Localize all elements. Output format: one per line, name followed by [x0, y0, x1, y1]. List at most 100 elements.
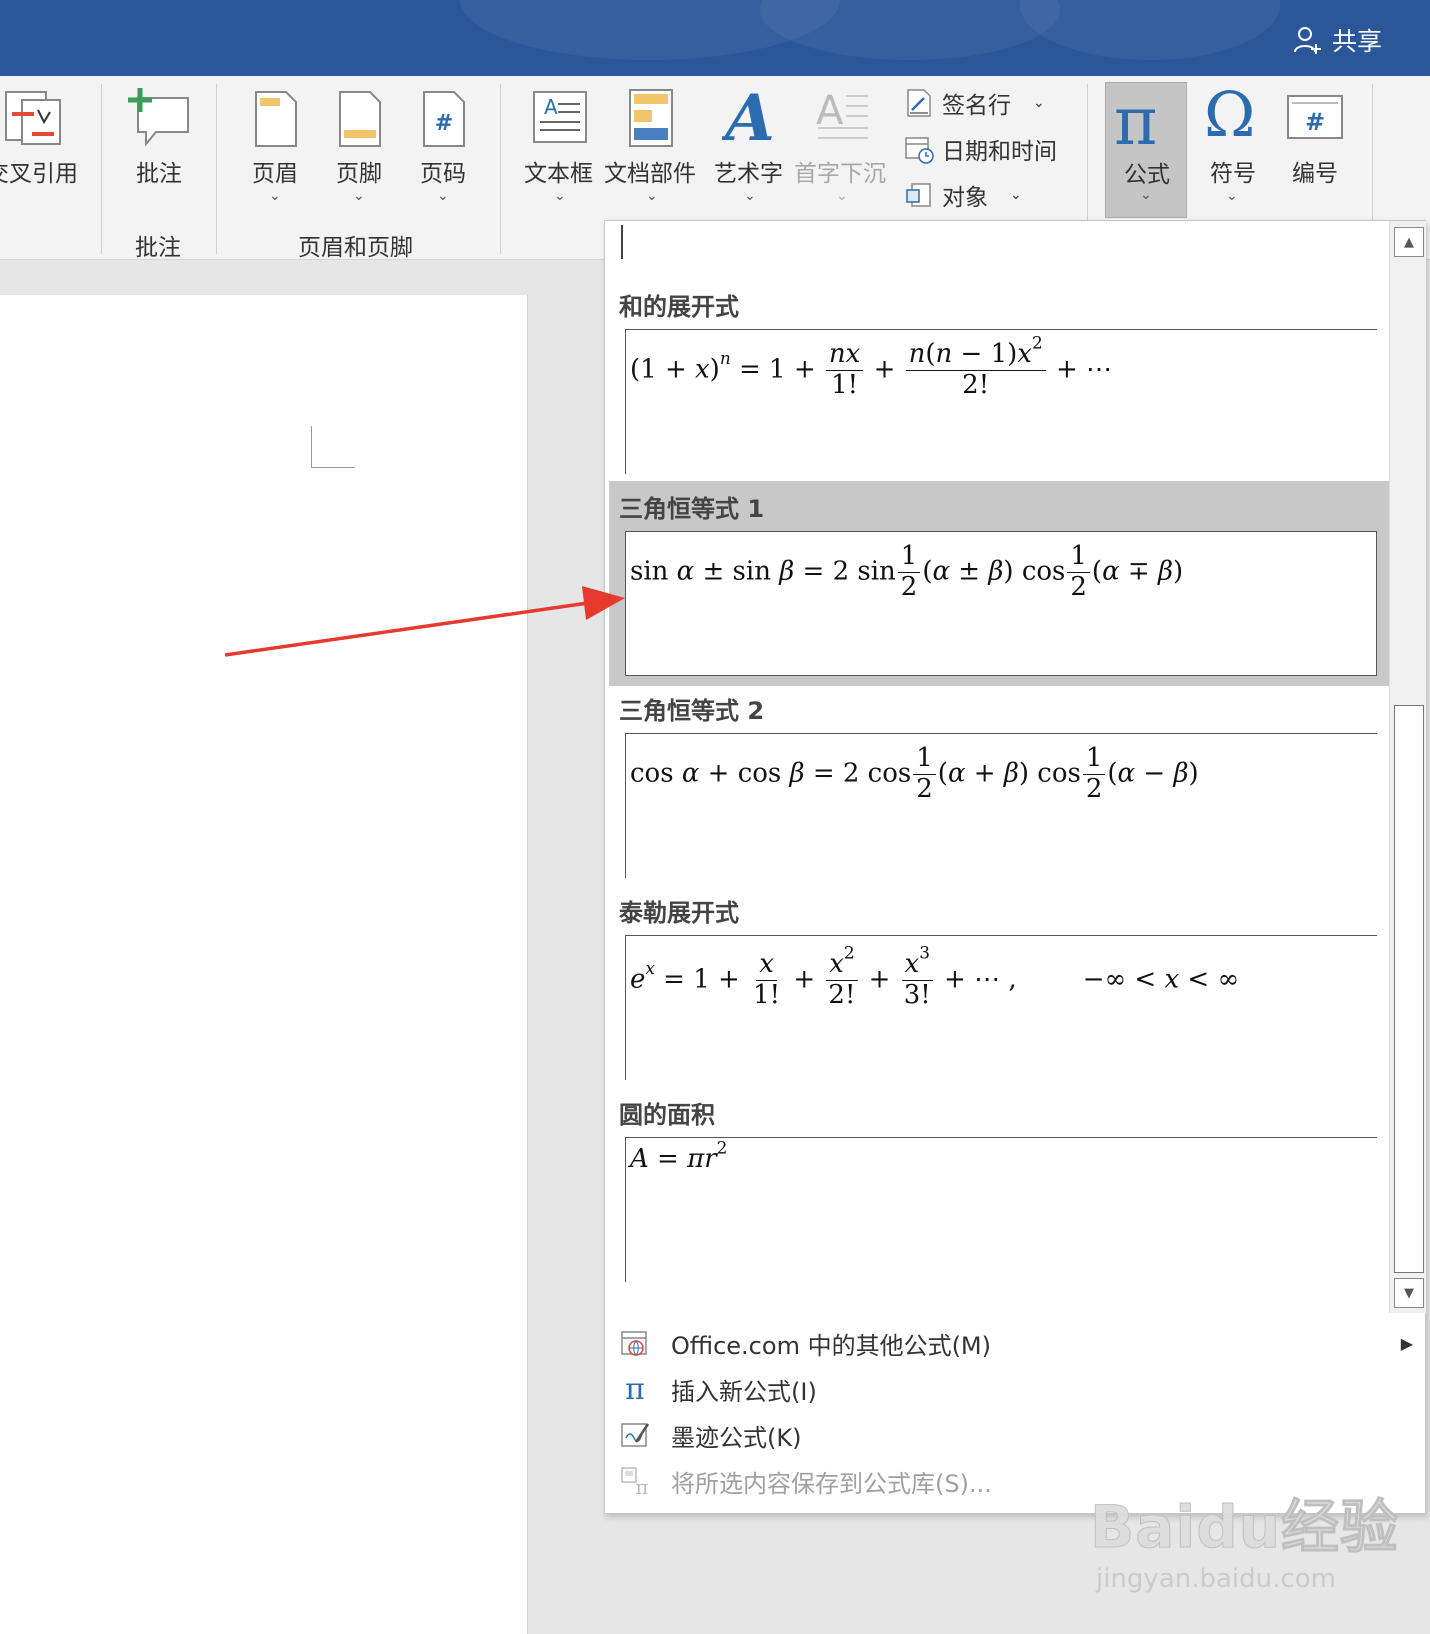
margin-corner-mark — [311, 426, 355, 468]
number-icon: # — [1287, 95, 1343, 139]
page-number-label: 页码 — [420, 161, 466, 187]
cross-reference-icon — [5, 91, 61, 145]
quick-parts-button[interactable]: 文档部件 ⌄ — [604, 76, 700, 216]
signature-line-button[interactable]: 签名行 ⌄ — [904, 86, 1045, 120]
date-time-label: 日期和时间 — [942, 139, 1057, 165]
gallery-item-title: 圆的面积 — [619, 1101, 715, 1129]
chevron-down-icon: ⌄ — [269, 188, 281, 204]
equation-preview: ex = 1 + x 1! + x2 2! + x3 3! + ⋯ , −∞ < x … — [625, 935, 1377, 1080]
footer-label: 页脚 — [336, 161, 382, 187]
separator — [500, 84, 501, 254]
office-web-icon — [619, 1327, 651, 1359]
chevron-down-icon: ⌄ — [646, 188, 658, 204]
textbox-label: 文本框 — [524, 161, 593, 187]
save-to-gallery-label: 将所选内容保存到公式库(S)... — [671, 1469, 992, 1498]
equation-gallery-dropdown: 和的展开式 (1 + x)n = 1 + nx 1! + n(n − 1)x2 2!… — [604, 220, 1426, 1514]
page-number-button[interactable]: # 页码 ⌄ — [408, 76, 480, 216]
equation-preview: A = πr2 — [625, 1137, 1377, 1282]
office-more-equations-item[interactable]: Office.com 中的其他公式(M) ▶ — [605, 1320, 1425, 1366]
office-more-equations-label: Office.com 中的其他公式(M) — [671, 1331, 992, 1360]
chevron-down-icon: ⌄ — [353, 188, 365, 204]
date-time-button[interactable]: 日期和时间 — [904, 132, 1057, 166]
chevron-down-icon: ⌄ — [836, 188, 848, 204]
triangle-down-icon: ▼ — [1404, 1285, 1414, 1301]
gallery-item-binomial[interactable]: 和的展开式 (1 + x)n = 1 + nx 1! + n(n − 1)x2 2!… — [609, 279, 1389, 484]
number-button[interactable]: # 编号 — [1278, 76, 1354, 216]
insert-new-equation-label: 插入新公式(I) — [671, 1377, 817, 1406]
chevron-down-icon: ⌄ — [1010, 187, 1022, 203]
footer-button[interactable]: 页脚 ⌄ — [324, 76, 396, 216]
equation-preview: sin α ± sin β = 2 sin 1 2 (α ± β) cos 1 2 (α ∓… — [625, 531, 1377, 676]
svg-text:π: π — [635, 1475, 648, 1496]
textbox-button[interactable]: A 文本框 ⌄ — [520, 76, 600, 216]
scroll-thumb[interactable] — [1394, 705, 1424, 1273]
gallery-item-title: 三角恒等式 1 — [619, 495, 765, 523]
wordart-label: 艺术字 — [714, 161, 783, 187]
insert-new-equation-item[interactable]: π 插入新公式(I) — [605, 1366, 1425, 1412]
cross-reference-label: 交叉引用 — [0, 161, 78, 187]
equation-preview: cos α + cos β = 2 cos 1 2 (α + β) cos 1 2 (α −… — [625, 733, 1377, 878]
equation-gallery: 和的展开式 (1 + x)n = 1 + nx 1! + n(n − 1)x2 2!… — [605, 221, 1389, 1313]
chevron-down-icon: ⌄ — [554, 188, 566, 204]
pi-icon: π — [625, 1371, 645, 1407]
save-to-gallery-icon: π — [619, 1465, 651, 1497]
header-footer-group-label: 页眉和页脚 — [298, 235, 413, 261]
comment-icon — [128, 88, 189, 147]
textbox-icon: A — [533, 91, 587, 143]
wordart-button[interactable]: A 艺术字 ⌄ — [710, 76, 790, 216]
binomial-formula: (1 + x)n = 1 + nx 1! + n(n − 1)x2 2! + ⋯ — [630, 332, 1113, 400]
dropcap-button[interactable]: A 首字下沉 ⌄ — [794, 76, 890, 216]
wordart-icon: A — [722, 86, 775, 148]
trig-identity-2-formula: cos α + cos β = 2 cos 1 2 (α + β) cos 1 2 (α −… — [630, 743, 1199, 804]
gallery-item-title: 和的展开式 — [619, 293, 739, 321]
ink-equation-item[interactable]: 墨迹公式(K) — [605, 1412, 1425, 1458]
chevron-down-icon: ⌄ — [1033, 95, 1045, 111]
share-button[interactable]: 共享 — [1292, 22, 1382, 58]
separator — [101, 84, 102, 254]
svg-text:A: A — [722, 86, 775, 148]
chevron-down-icon: ⌄ — [437, 188, 449, 204]
header-button[interactable]: 页眉 ⌄ — [240, 76, 312, 216]
title-decoration — [760, 0, 1060, 60]
header-label: 页眉 — [252, 161, 298, 187]
gallery-item-taylor[interactable]: 泰勒展开式 ex = 1 + x 1! + x2 2! + x3 3! + ⋯ , −… — [609, 885, 1389, 1090]
ink-equation-icon — [619, 1419, 651, 1451]
chevron-down-icon: ⌄ — [1140, 187, 1152, 203]
gallery-item-trig-identity-2[interactable]: 三角恒等式 2 cos α + cos β = 2 cos 1 2 (α + β) c… — [609, 683, 1389, 888]
triangle-up-icon: ▲ — [1404, 234, 1414, 250]
equation-button[interactable]: π 公式 ⌄ — [1105, 82, 1187, 218]
cross-reference-button[interactable]: 交叉引用 — [0, 76, 90, 206]
symbol-label: 符号 — [1210, 161, 1256, 187]
new-comment-button[interactable]: 批注 — [120, 76, 200, 206]
caret-right-icon: ▶ — [1400, 1333, 1413, 1353]
gallery-scrollbar[interactable]: ▲ ▼ — [1389, 221, 1426, 1313]
gallery-item-circle-area[interactable]: 圆的面积 A = πr2 — [609, 1087, 1389, 1292]
omega-icon: Ω — [1204, 78, 1256, 151]
pi-icon: π — [1114, 83, 1158, 160]
watermark-brand: Baidu经验 — [1089, 1493, 1400, 1562]
footer-icon — [339, 91, 381, 147]
title-bar: 共享 — [0, 0, 1430, 76]
symbol-button[interactable]: Ω 符号 ⌄ — [1194, 76, 1270, 216]
quick-parts-label: 文档部件 — [604, 161, 696, 187]
gallery-item-title: 泰勒展开式 — [619, 899, 739, 927]
partial-equation-box — [621, 225, 624, 259]
number-label: 编号 — [1292, 161, 1338, 187]
baidu-watermark: Baidu经验 jingyan.baidu.com — [1089, 1480, 1400, 1595]
share-label: 共享 — [1331, 27, 1382, 56]
object-button[interactable]: 对象 ⌄ — [904, 178, 1022, 212]
title-decoration — [1020, 0, 1280, 60]
gallery-item-trig-identity-1[interactable]: 三角恒等式 1 sin α ± sin β = 2 sin 1 2 (α ± β) c… — [609, 481, 1389, 686]
svg-text:#: # — [1305, 108, 1325, 136]
circle-area-formula: A = πr2 — [630, 1137, 728, 1174]
ink-equation-label: 墨迹公式(K) — [671, 1423, 802, 1452]
svg-text:#: # — [435, 111, 453, 136]
object-label: 对象 — [942, 185, 988, 211]
svg-text:A: A — [544, 95, 558, 119]
scroll-up-button[interactable]: ▲ — [1394, 227, 1424, 257]
document-page[interactable] — [0, 295, 528, 1634]
dropcap-label: 首字下沉 — [794, 161, 886, 187]
scroll-down-button[interactable]: ▼ — [1394, 1278, 1424, 1308]
add-person-icon — [1293, 27, 1321, 54]
quick-parts-icon — [629, 89, 673, 147]
